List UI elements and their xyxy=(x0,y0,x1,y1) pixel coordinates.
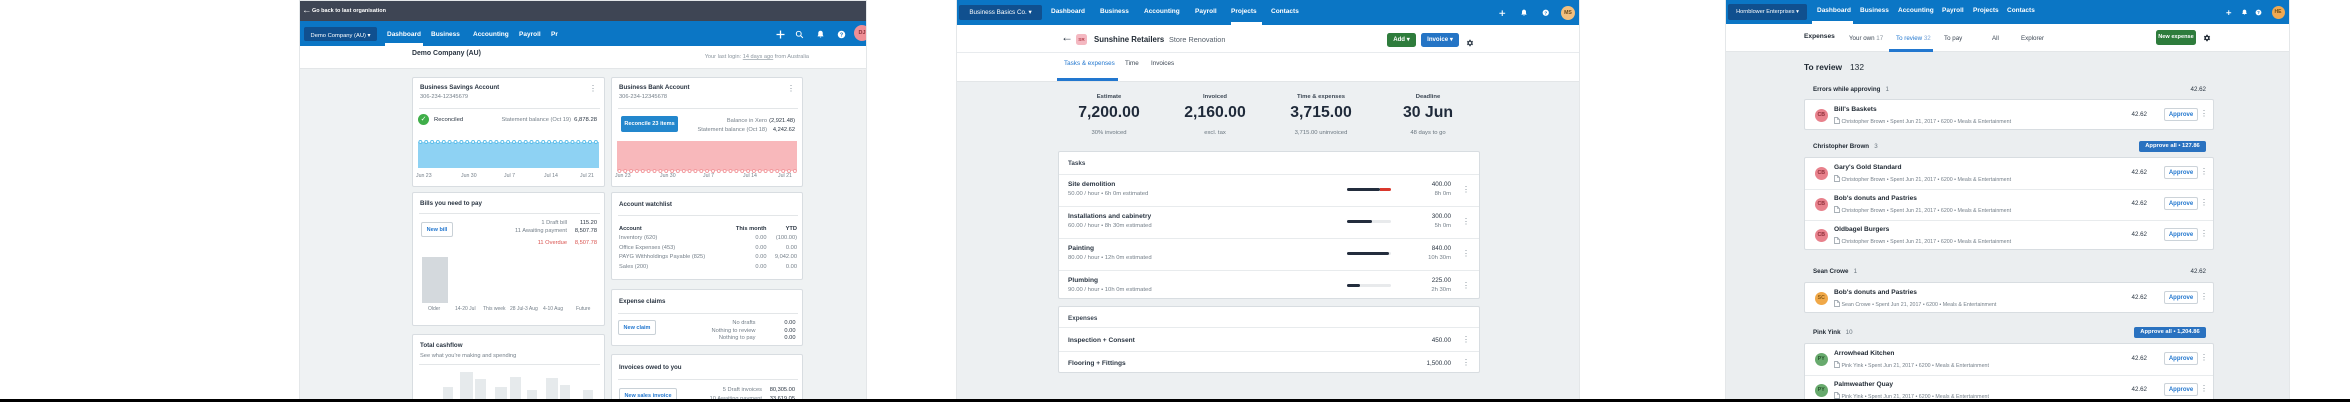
svg-text:?: ? xyxy=(840,32,844,38)
svg-text:?: ? xyxy=(2257,9,2260,14)
svg-text:?: ? xyxy=(1544,10,1547,15)
